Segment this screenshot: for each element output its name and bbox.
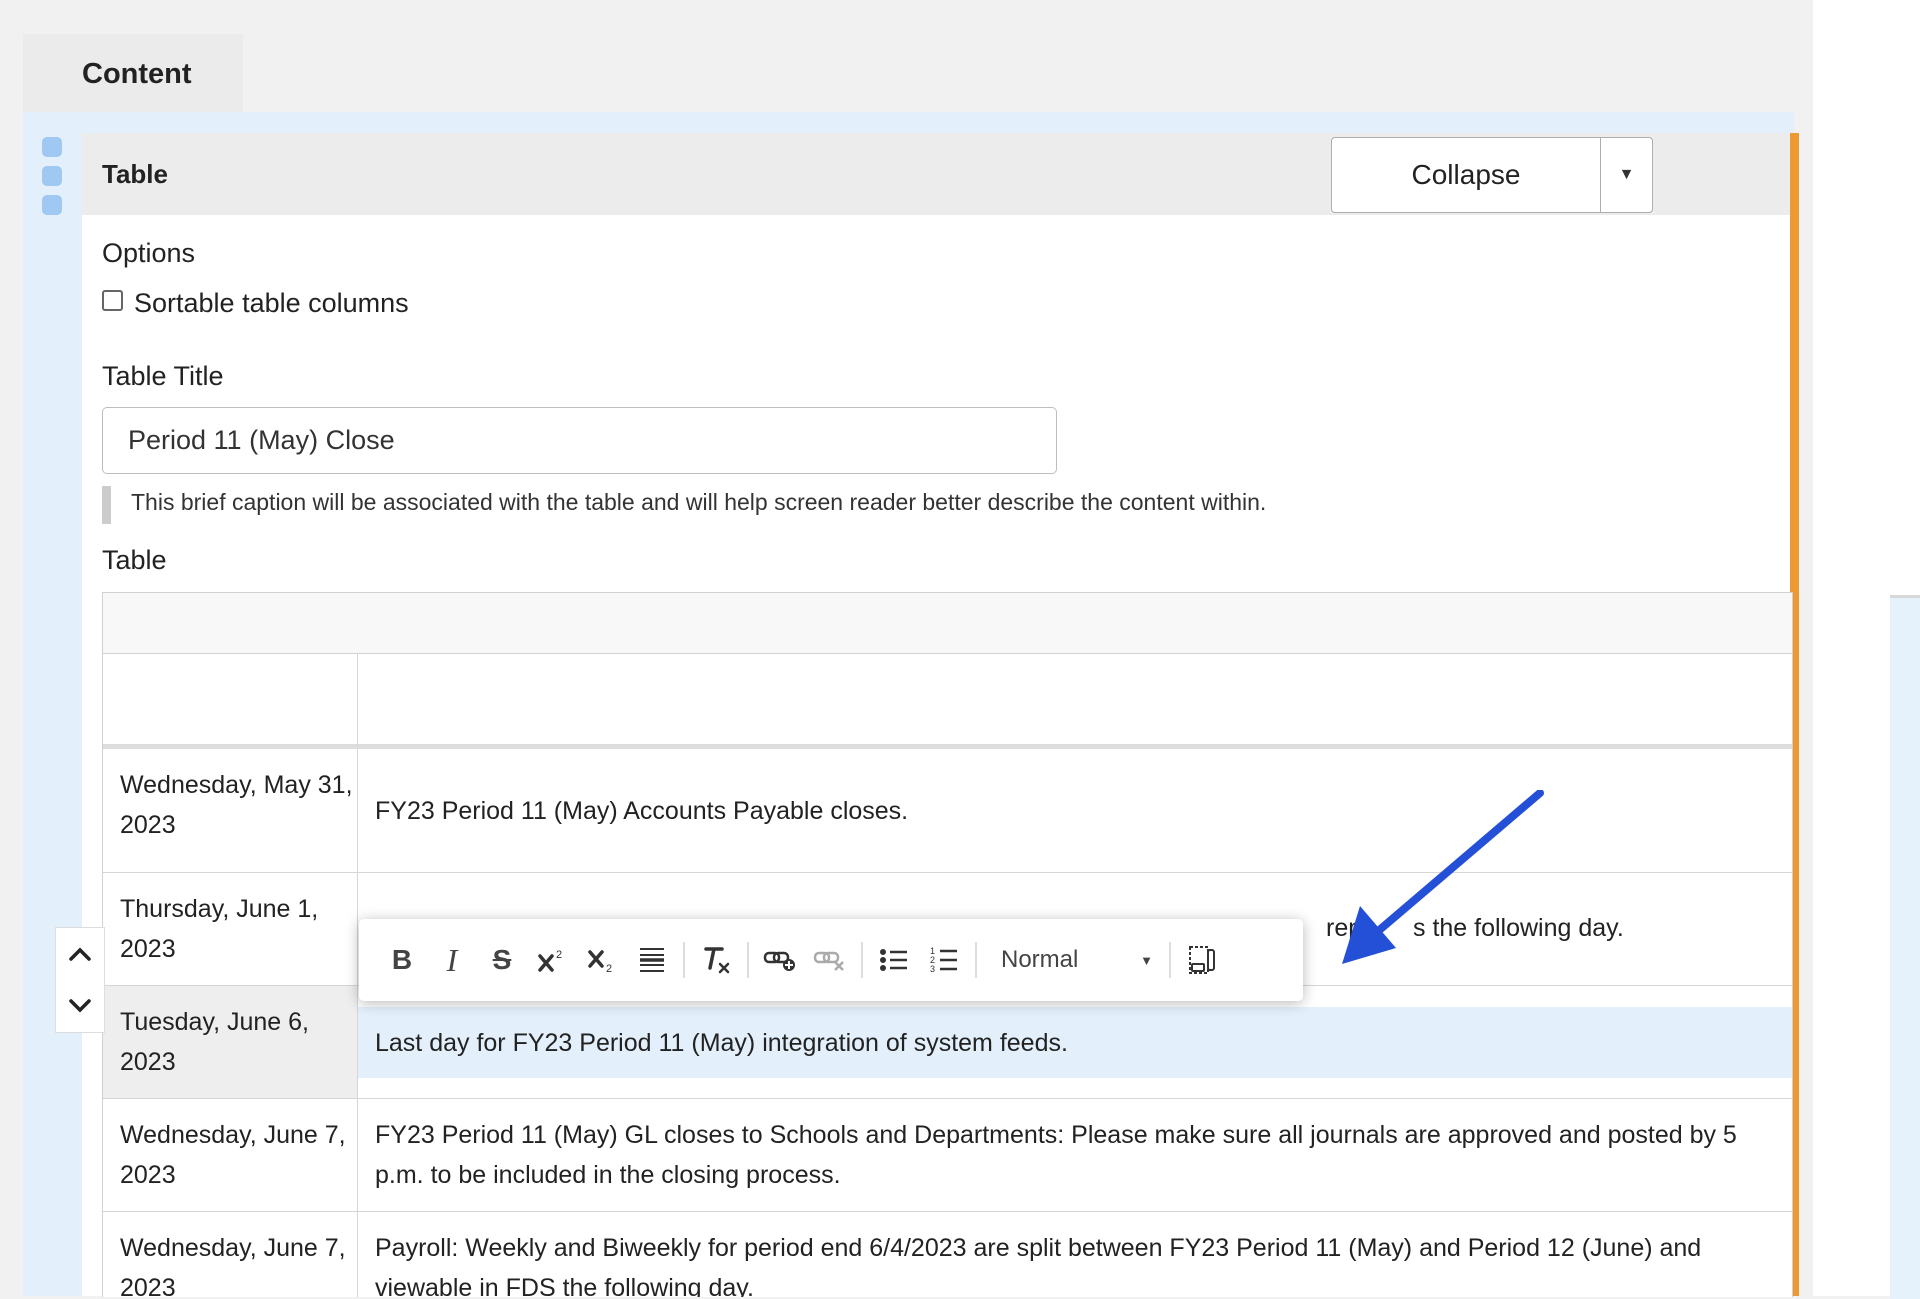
table-date-cell[interactable]: Wednesday, May 31, 2023	[103, 749, 358, 873]
table-label: Table	[102, 545, 167, 575]
table-text-cell[interactable]: FY23 Period 11 (May) GL closes to School…	[358, 1099, 1792, 1212]
panel-title: Table	[102, 159, 168, 189]
superscript-icon[interactable]: 2	[527, 935, 577, 985]
help-bar	[102, 486, 111, 524]
sortable-columns-checkbox[interactable]	[102, 290, 123, 311]
caret-down-icon[interactable]: ▼	[1601, 138, 1652, 212]
chevron-up-icon[interactable]	[68, 946, 92, 962]
source-icon[interactable]	[1177, 935, 1227, 985]
collapse-button[interactable]: Collapse	[1332, 138, 1601, 212]
svg-text:2: 2	[606, 963, 612, 974]
drag-handle-dot[interactable]	[42, 166, 62, 186]
toolbar-separator	[861, 942, 863, 978]
table-date-cell[interactable]: Wednesday, June 7, 2023	[103, 1212, 358, 1297]
chevron-down-icon[interactable]	[68, 998, 92, 1014]
bulleted-list-icon[interactable]	[869, 935, 919, 985]
toolbar-separator	[747, 942, 749, 978]
toolbar-separator	[1169, 942, 1171, 978]
horizontal-rule-icon[interactable]	[627, 935, 677, 985]
table-title-label: Table Title	[102, 361, 224, 391]
right-side-panel	[1890, 595, 1920, 1299]
active-cell-text[interactable]: Last day for FY23 Period 11 (May) integr…	[375, 1023, 1068, 1063]
svg-text:3: 3	[930, 964, 935, 974]
table-header-cell[interactable]	[103, 653, 358, 749]
toolbar-separator	[683, 942, 685, 978]
table-text-cell[interactable]: FY23 Period 11 (May) Accounts Payable cl…	[358, 749, 1792, 873]
italic-icon[interactable]: I	[427, 935, 477, 985]
table-header-cell[interactable]	[358, 653, 1792, 749]
toolbar-separator	[975, 942, 977, 978]
strikethrough-icon[interactable]: S	[477, 935, 527, 985]
table-title-input[interactable]: Period 11 (May) Close	[102, 407, 1057, 474]
svg-text:2: 2	[556, 949, 562, 961]
paragraph-format-select[interactable]: Normal ▼	[983, 935, 1163, 985]
numbered-list-icon[interactable]: 123	[919, 935, 969, 985]
options-heading: Options	[102, 238, 196, 268]
tab-content[interactable]: Content	[23, 34, 243, 114]
table-date-cell[interactable]: Wednesday, June 7, 2023	[103, 1099, 358, 1212]
table-editor-toolbar	[103, 593, 1792, 654]
row-move-control	[55, 927, 105, 1033]
drag-handle-dot[interactable]	[42, 137, 62, 157]
caret-down-icon: ▼	[1140, 952, 1153, 968]
panel-header: Table Collapse ▼	[82, 133, 1790, 215]
sortable-columns-label: Sortable table columns	[134, 288, 409, 318]
collapse-button-group: Collapse ▼	[1331, 137, 1653, 213]
inline-format-toolbar: B I S 2 2 123 Normal ▼	[359, 919, 1303, 1001]
table-text-cell[interactable]: Payroll: Weekly and Biweekly for period …	[358, 1212, 1792, 1297]
subscript-icon[interactable]: 2	[577, 935, 627, 985]
annotation-arrow	[1342, 790, 1544, 964]
clear-format-icon[interactable]	[691, 935, 741, 985]
paragraph-format-value: Normal	[1001, 946, 1079, 973]
bold-icon[interactable]: B	[377, 935, 427, 985]
drag-handle-dot[interactable]	[42, 195, 62, 215]
table-date-cell[interactable]: Tuesday, June 6, 2023	[103, 986, 358, 1099]
unlink-icon[interactable]	[805, 935, 855, 985]
table-date-cell[interactable]: Thursday, June 1, 2023	[103, 873, 358, 986]
table-component-panel: Table Collapse ▼ Options Sortable table …	[82, 133, 1799, 1297]
table-text-cell-active[interactable]: Last day for FY23 Period 11 (May) integr…	[358, 986, 1792, 1099]
table-title-help-text: This brief caption will be associated wi…	[131, 489, 1267, 515]
link-icon[interactable]	[755, 935, 805, 985]
